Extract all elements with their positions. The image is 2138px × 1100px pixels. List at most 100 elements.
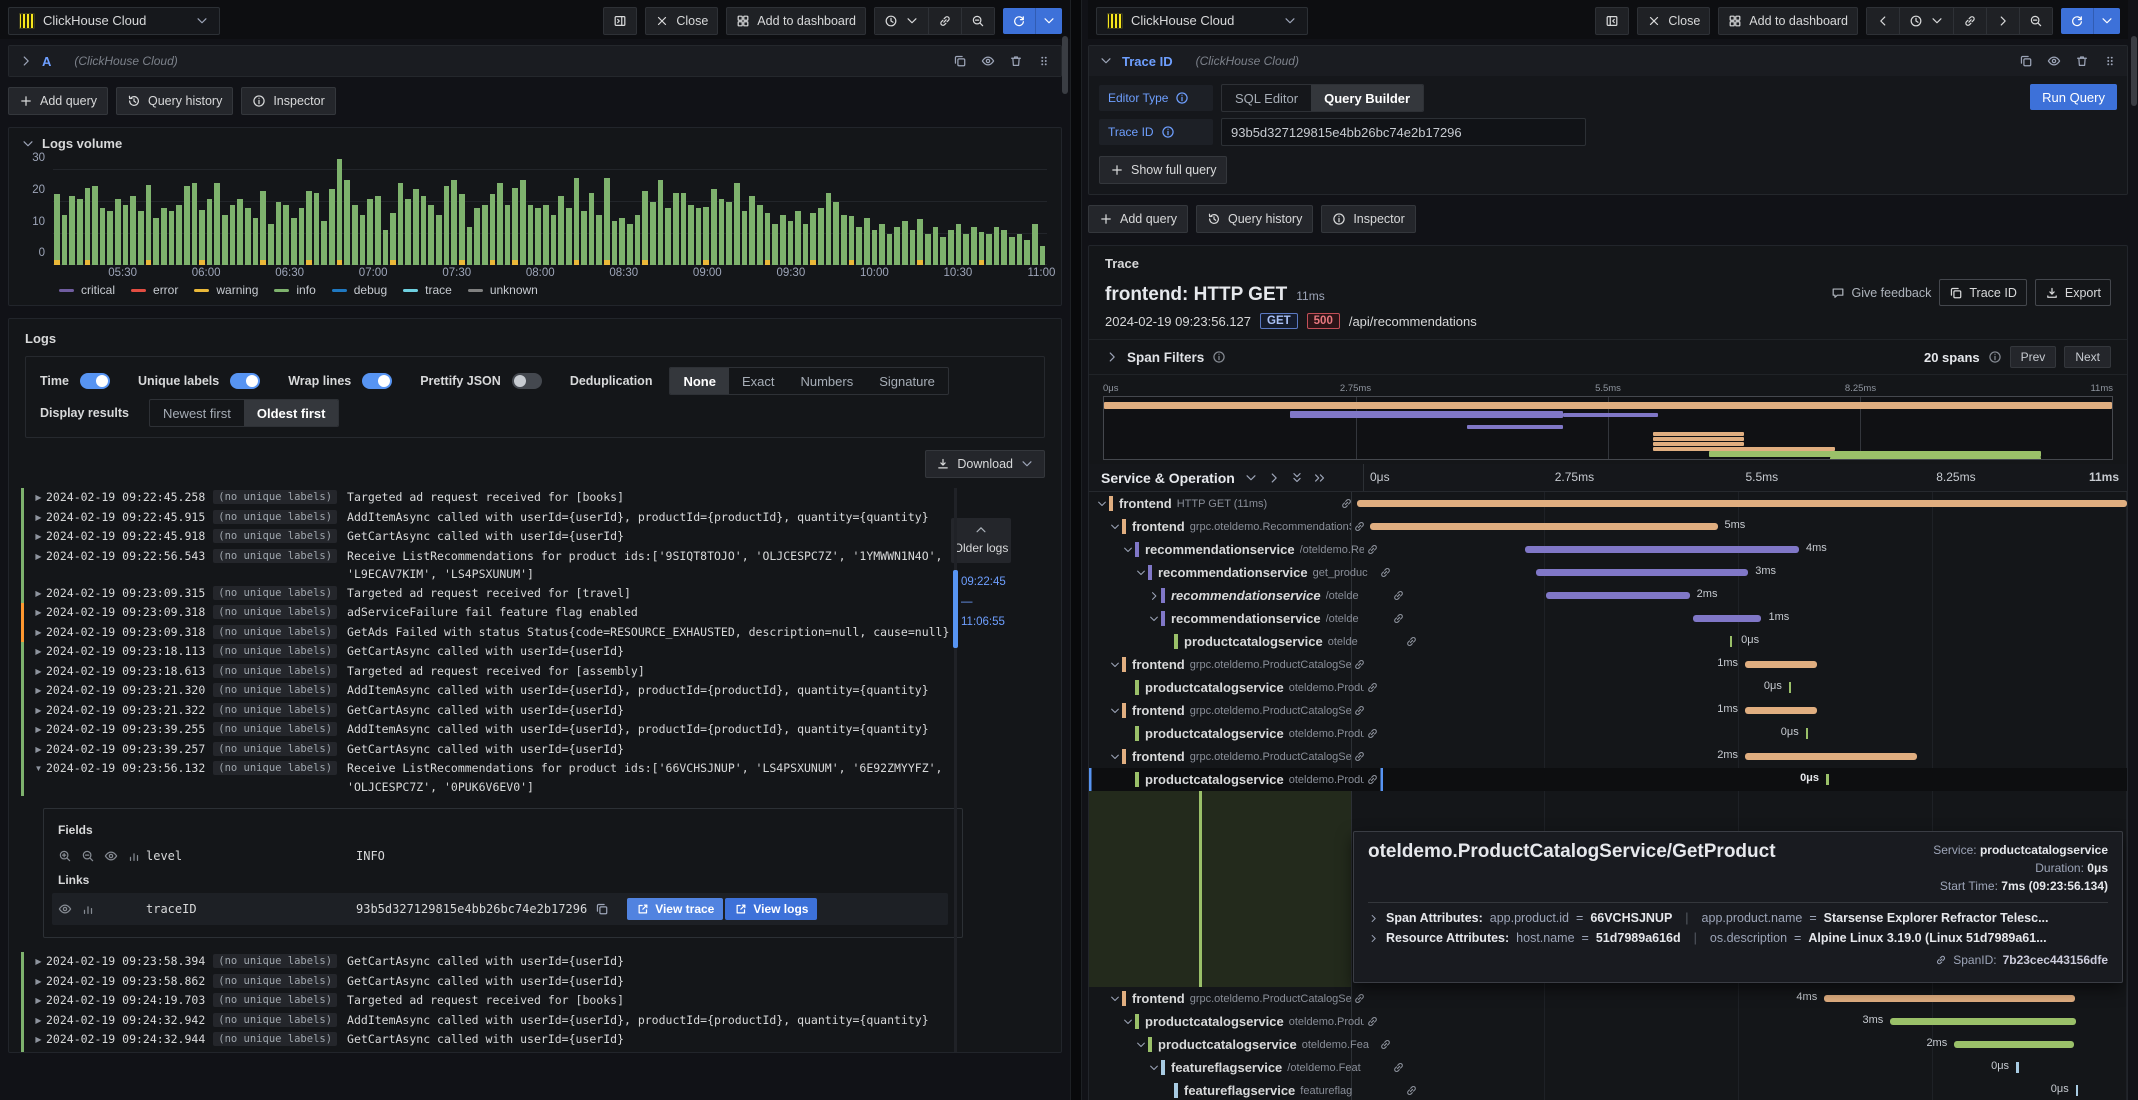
time-shift-forward-button[interactable] (1987, 7, 2020, 34)
share-link-button[interactable] (929, 7, 962, 34)
delete-query-icon[interactable] (1009, 54, 1023, 68)
chevron-right-icon[interactable]: ▶ (31, 681, 46, 701)
span-link-icon[interactable] (1392, 1061, 1405, 1074)
display-option-newest-first[interactable]: Newest first (150, 400, 244, 426)
display-option-oldest-first[interactable]: Oldest first (243, 400, 339, 426)
chevron-down-icon[interactable] (1108, 993, 1122, 1005)
span-row-productcatalogservice[interactable]: productcatalogservice oteldemo.Fea 2ms (1089, 1033, 2127, 1056)
span-link-icon[interactable] (1366, 1015, 1379, 1028)
view-trace-button[interactable]: View trace (627, 898, 724, 920)
chevron-down-icon[interactable] (1134, 1039, 1148, 1051)
log-row[interactable]: ▶ 2024-02-19 09:23:18.613 (no unique label… (21, 661, 1061, 682)
span-link-icon[interactable] (1366, 773, 1379, 786)
span-duration-bar[interactable] (1745, 661, 1818, 668)
left-pane-scrollbar[interactable] (1062, 36, 1068, 94)
chevron-right-icon[interactable]: ▶ (31, 991, 46, 1011)
legend-item-warning[interactable]: warning (194, 283, 258, 297)
time-range-button[interactable] (1900, 7, 1954, 34)
chevron-down-icon[interactable] (1108, 521, 1122, 533)
log-row[interactable]: ▶ 2024-02-19 09:24:32.944 (no unique label… (21, 1030, 1061, 1050)
log-row[interactable]: ▶ 2024-02-19 09:23:58.862 (no unique label… (21, 971, 1061, 991)
log-row[interactable]: ▶ 2024-02-19 09:23:21.320 (no unique label… (21, 681, 1061, 701)
query-history-button[interactable]: Query history (115, 87, 234, 115)
log-row[interactable]: ▶ 2024-02-19 09:23:18.113 (no unique label… (21, 642, 1061, 662)
trace-id-input[interactable]: 93b5d327129815e4bb26bc74e2b17296 (1221, 118, 1586, 146)
delete-query-icon[interactable] (2075, 54, 2089, 68)
resource-attributes-row[interactable]: Resource Attributes: host.name = 51d7989… (1368, 931, 2108, 945)
chevron-right-icon[interactable]: ▶ (31, 642, 46, 662)
query-ref[interactable]: Trace ID (1122, 54, 1173, 69)
collapse-panel-icon[interactable] (21, 137, 35, 151)
span-row-productcatalogservice[interactable]: productcatalogservice oteldemo.Produc 0μs (1089, 768, 2127, 791)
chevron-down-icon[interactable] (1147, 613, 1161, 625)
chevron-right-icon[interactable]: ▶ (31, 701, 46, 721)
span-duration-tick[interactable] (1805, 728, 1809, 739)
log-row[interactable]: ▼ 2024-02-19 09:23:56.132 (no unique label… (21, 759, 1061, 796)
span-link-icon[interactable] (1379, 1038, 1392, 1051)
log-row[interactable]: ▶ 2024-02-19 09:23:21.322 (no unique label… (21, 700, 1061, 721)
older-logs-button[interactable]: Older logs (951, 518, 1011, 563)
log-row[interactable]: ▶ 2024-02-19 09:23:09.318 (no unique label… (21, 603, 1061, 623)
share-link-button[interactable] (1954, 7, 1987, 34)
collapse-all-icon[interactable] (1290, 471, 1304, 485)
chevron-right-icon[interactable]: ▶ (31, 952, 46, 972)
run-query-refresh-button[interactable] (1003, 7, 1062, 34)
log-row[interactable]: ▶ 2024-02-19 09:23:39.255 (no unique label… (21, 720, 1061, 740)
span-id-row[interactable]: SpanID: 7b23cec443156dfe (1368, 953, 2108, 967)
legend-item-debug[interactable]: debug (331, 283, 387, 297)
log-row[interactable]: ▶ 2024-02-19 09:22:56.543 (no unique label… (21, 546, 1061, 584)
chevron-right-icon[interactable]: ▶ (31, 547, 46, 584)
span-row-recommendationservice[interactable]: recommendationservice/otelde 1ms (1089, 607, 2127, 630)
span-link-icon[interactable] (1353, 750, 1366, 763)
span-link-icon[interactable] (1405, 635, 1418, 648)
span-link-icon[interactable] (1392, 589, 1405, 602)
toggle-query-icon[interactable] (2047, 54, 2061, 68)
collapse-query-icon[interactable] (1099, 54, 1113, 68)
span-filters-label[interactable]: Span Filters (1127, 350, 1204, 365)
chevron-right-icon[interactable]: ▶ (31, 527, 46, 547)
toggle-field-icon[interactable] (58, 902, 72, 916)
add-to-dashboard-button[interactable]: Add to dashboard (1718, 6, 1858, 35)
chevron-right-icon[interactable]: ▶ (31, 508, 46, 528)
span-row-frontend[interactable]: frontend grpc.oteldemo.ProductCatalogServ… (1089, 653, 2127, 676)
filter-for-icon[interactable] (58, 849, 72, 863)
editor-type-option-sql-editor[interactable]: SQL Editor (1222, 85, 1311, 111)
span-row-frontend[interactable]: frontend grpc.oteldemo.ProductCatalogServ… (1089, 745, 2127, 768)
zoom-out-button[interactable] (2020, 7, 2052, 34)
span-duration-tick[interactable] (1729, 636, 1733, 647)
query-ref[interactable]: A (42, 54, 51, 69)
chevron-right-icon[interactable]: ▶ (31, 662, 46, 682)
span-row-productcatalogservice[interactable]: productcatalogservice oteldemo.Produc 0μs (1089, 722, 2127, 745)
span-duration-bar[interactable] (1692, 615, 1762, 622)
span-link-icon[interactable] (1353, 704, 1366, 717)
chevron-down-icon[interactable] (1108, 705, 1122, 717)
time-toggle[interactable] (79, 373, 110, 389)
prev-span-button[interactable]: Prev (2009, 346, 2057, 368)
chevron-down-icon[interactable] (1147, 1062, 1161, 1074)
legend-item-trace[interactable]: trace (403, 283, 452, 297)
chevron-right-icon[interactable] (1147, 590, 1161, 602)
span-link-icon[interactable] (1353, 658, 1366, 671)
duplicate-query-icon[interactable] (2019, 54, 2033, 68)
span-row-recommendationservice[interactable]: recommendationservice get_produc 3ms (1089, 561, 2127, 584)
span-duration-tick[interactable] (2016, 1062, 2019, 1073)
log-row[interactable]: ▶ 2024-02-19 09:23:39.257 (no unique label… (21, 739, 1061, 759)
span-duration-bar[interactable] (1535, 569, 1749, 576)
legend-item-info[interactable]: info (274, 283, 316, 297)
span-link-icon[interactable] (1353, 992, 1366, 1005)
pane-divider[interactable] (1070, 0, 1082, 1100)
inspector-button[interactable]: Inspector (1321, 205, 1416, 233)
view-logs-button[interactable]: View logs (725, 898, 818, 920)
chevron-right-icon[interactable] (1105, 350, 1119, 364)
expand-all-icon[interactable] (1313, 471, 1327, 485)
log-row[interactable]: ▶ 2024-02-19 09:23:58.394 (no unique label… (21, 952, 1061, 972)
query-history-button[interactable]: Query history (1195, 205, 1314, 233)
span-link-icon[interactable] (1353, 520, 1366, 533)
span-duration-bar[interactable] (1525, 546, 1799, 553)
span-link-icon[interactable] (1366, 727, 1379, 740)
chevron-down-icon[interactable] (1121, 1016, 1135, 1028)
dedup-option-signature[interactable]: Signature (866, 368, 948, 394)
chevron-down-icon[interactable] (1121, 544, 1135, 556)
span-row-recommendationservice[interactable]: recommendationservice/oteldemo.Reco 4ms (1089, 538, 2127, 561)
stats-icon[interactable] (127, 849, 141, 863)
